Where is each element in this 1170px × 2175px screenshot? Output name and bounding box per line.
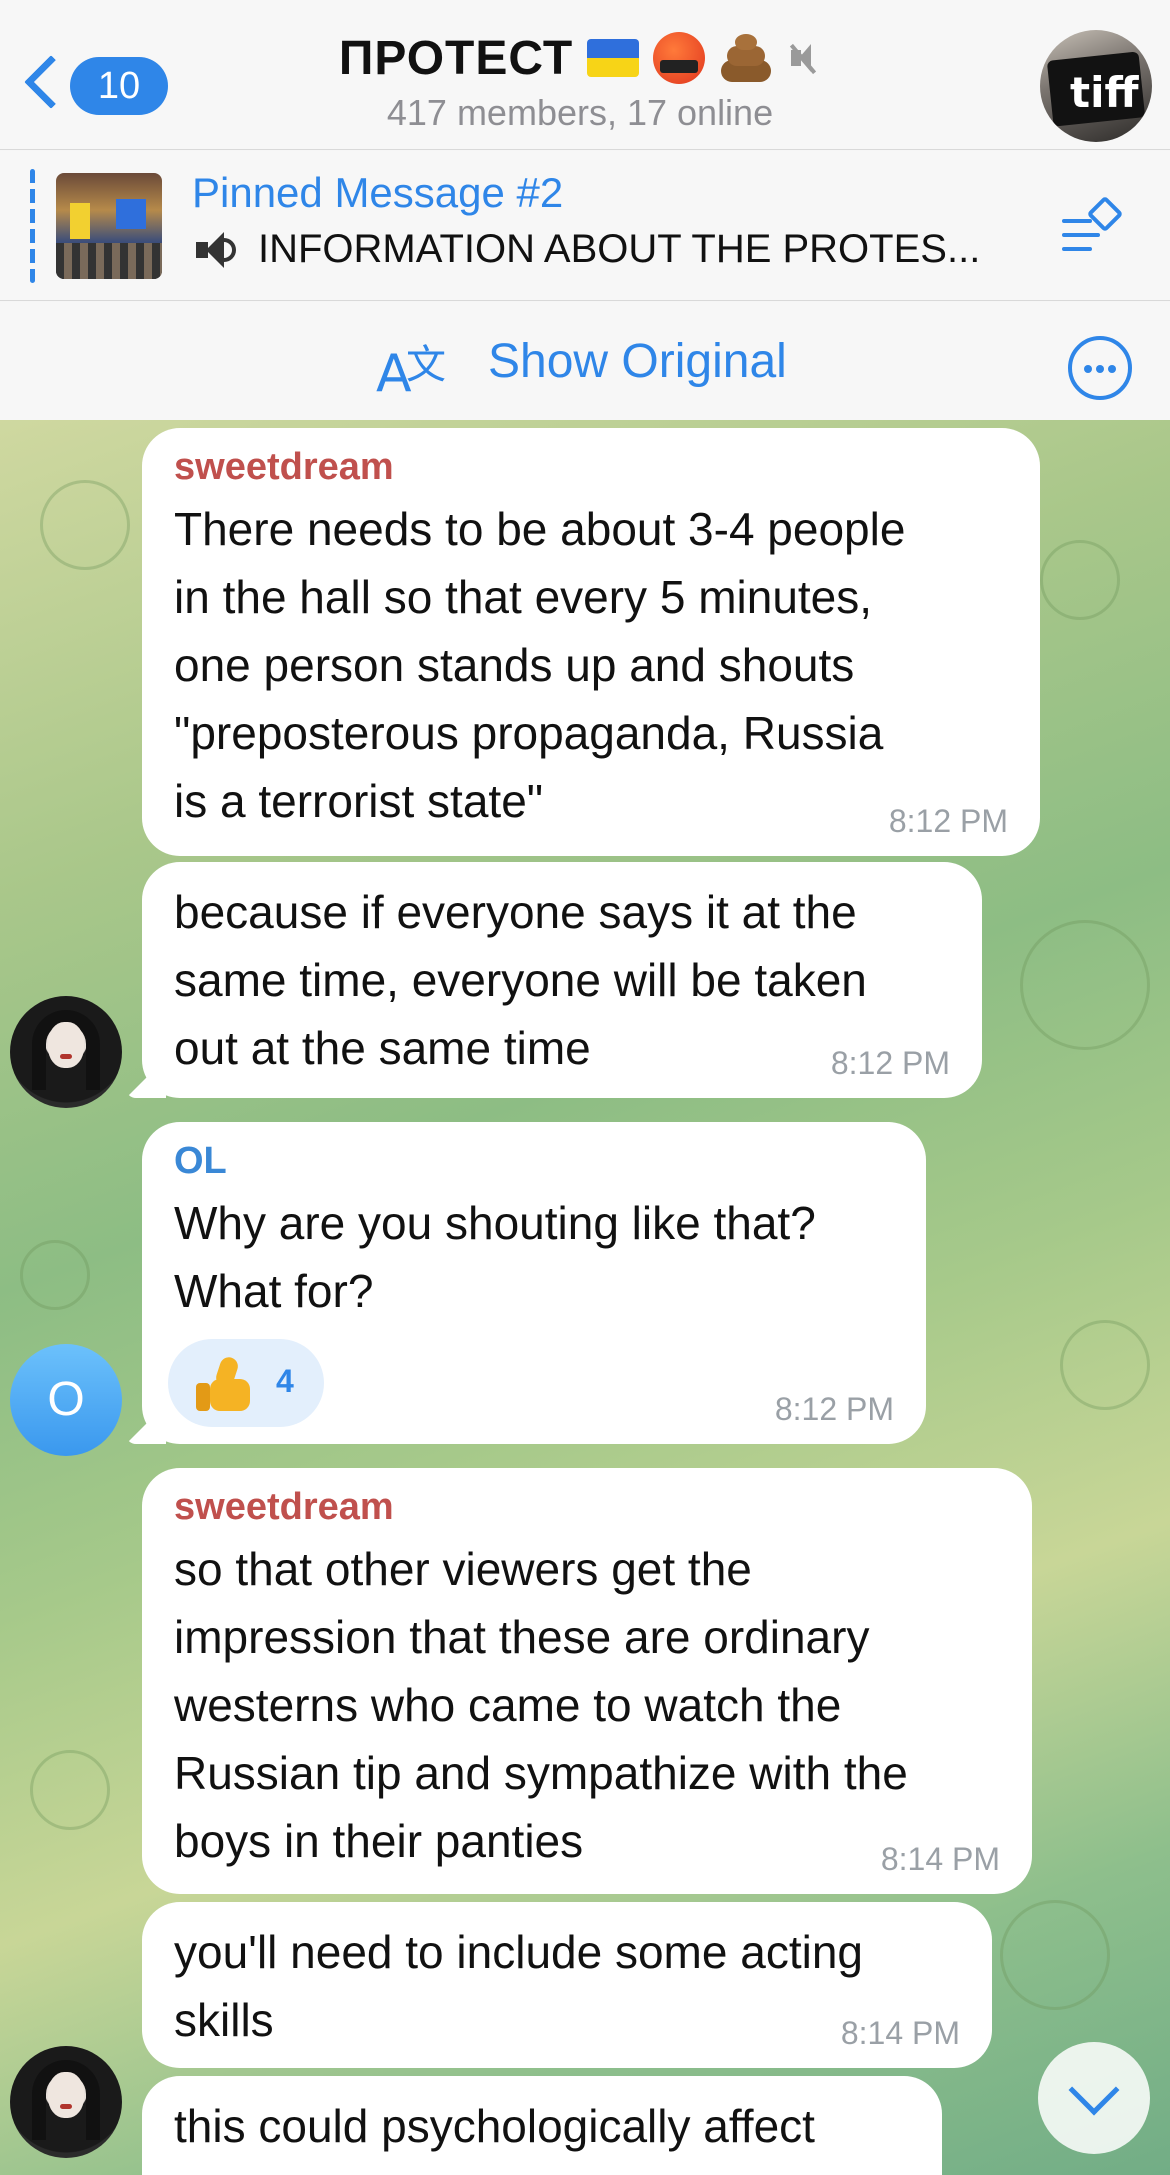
back-button[interactable]: 10	[18, 52, 168, 122]
translate-icon[interactable]: A文	[376, 332, 448, 404]
pinned-message-bar[interactable]: Pinned Message #2 INFORMATION ABOUT THE …	[0, 151, 1170, 301]
chat-screen: 10 ПРОТЕСТ 417 members, 17 online tiff P…	[0, 0, 1170, 2175]
pinned-text: INFORMATION ABOUT THE PROTES...	[258, 227, 981, 271]
chat-header: 10 ПРОТЕСТ 417 members, 17 online tiff	[0, 0, 1170, 150]
message-bubble[interactable]: this could psychologically affect	[142, 2076, 942, 2175]
show-original-button[interactable]: Show Original	[488, 334, 787, 389]
pinned-thumbnail	[56, 173, 162, 279]
pinned-list-icon[interactable]	[1062, 195, 1126, 253]
message-text: There needs to be about 3-4 people in th…	[174, 503, 906, 827]
avatar[interactable]	[10, 996, 122, 1108]
muted-icon	[787, 41, 821, 75]
poop-icon	[719, 32, 773, 84]
reaction-count: 4	[276, 1363, 294, 1399]
message-sender[interactable]: sweetdream	[174, 1486, 1000, 1529]
scroll-to-bottom-button[interactable]	[1038, 2042, 1150, 2154]
message-bubble[interactable]: sweetdream There needs to be about 3-4 p…	[142, 428, 1040, 856]
avatar[interactable]: O	[10, 1344, 122, 1456]
message-time: 8:12 PM	[888, 803, 1008, 839]
message-time: 8:12 PM	[830, 1045, 950, 1081]
message-sender[interactable]: sweetdream	[174, 446, 1008, 489]
message-bubble[interactable]: sweetdream so that other viewers get the…	[142, 1468, 1032, 1894]
chat-subtitle: 417 members, 17 online	[386, 92, 774, 133]
message-time: 8:14 PM	[840, 2015, 960, 2051]
more-options-icon[interactable]	[1068, 336, 1132, 400]
message-sender[interactable]: OL	[174, 1140, 894, 1183]
reaction-chip[interactable]: 4	[168, 1339, 324, 1427]
chat-title: ПРОТЕСТ	[338, 31, 574, 85]
chevron-down-icon	[1068, 2064, 1120, 2116]
message-text: this could psychologically affect	[174, 2100, 815, 2152]
chat-title-row[interactable]: ПРОТЕСТ	[280, 28, 880, 88]
message-bubble[interactable]: because if everyone says it at the same …	[126, 862, 982, 1098]
ukraine-flag-icon	[587, 39, 640, 77]
message-time: 8:14 PM	[880, 1841, 1000, 1877]
unread-count-badge: 10	[70, 57, 168, 115]
pinned-indicator	[30, 169, 35, 283]
loudspeaker-icon	[192, 228, 240, 272]
pinned-title: Pinned Message #2	[192, 169, 564, 216]
avatar[interactable]	[10, 2046, 122, 2158]
message-text: so that other viewers get the impression…	[174, 1543, 908, 1867]
thumbs-up-icon	[196, 1354, 252, 1411]
translate-bar: A文 Show Original	[0, 302, 1170, 420]
cursing-face-icon	[653, 32, 706, 84]
group-avatar[interactable]: tiff	[1040, 30, 1152, 142]
message-bubble[interactable]: you'll need to include some acting skill…	[142, 1902, 992, 2068]
message-time: 8:12 PM	[774, 1391, 894, 1427]
message-text: Why are you shouting like that? What for…	[174, 1197, 816, 1317]
